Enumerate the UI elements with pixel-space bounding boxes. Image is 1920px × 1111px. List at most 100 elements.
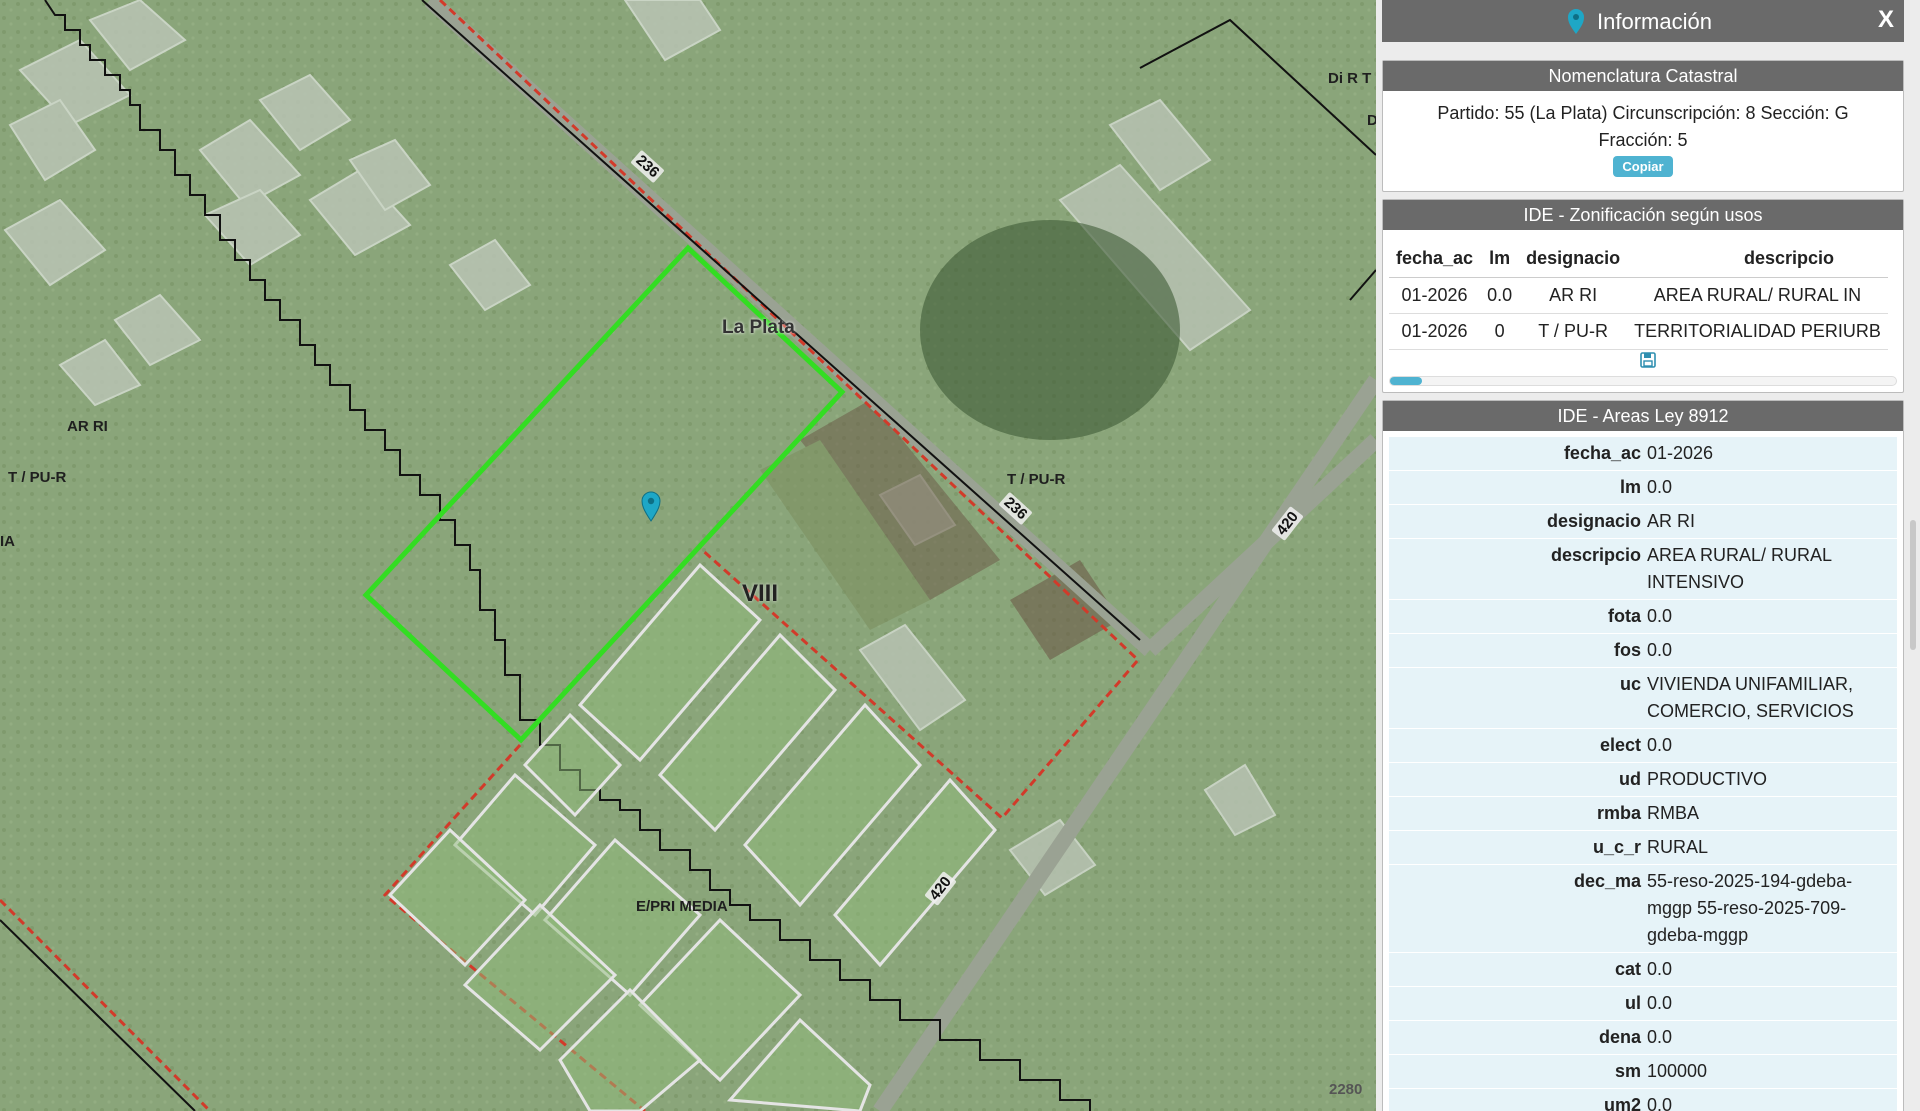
zone-label-t-pu-r-right: T / PU-R — [1007, 471, 1066, 488]
table-cell: T / PU-R — [1519, 313, 1628, 350]
attribute-key: elect — [1599, 735, 1641, 755]
attribute-row: dec_ma 55-reso-2025-194-gdeba-mggp 55-res… — [1389, 865, 1897, 953]
horizontal-scrollbar[interactable] — [1389, 376, 1897, 386]
attribute-value: 0.0 — [1647, 640, 1673, 660]
attribute-key: designacio — [1546, 511, 1641, 531]
attribute-value: 0.0 — [1647, 959, 1673, 979]
table-row[interactable]: 01-2026 0 T / PU-R TERRITORIALIDAD PERIU… — [1389, 313, 1888, 350]
attribute-value: PRODUCTIVO — [1647, 769, 1768, 789]
attribute-key: fecha_ac — [1563, 443, 1641, 463]
nomenclatura-line-1: Partido: 55 (La Plata) Circunscripción: … — [1437, 103, 1849, 123]
attribute-key: u_c_r — [1592, 837, 1641, 857]
locality-label-la-plata: La Plata — [722, 317, 795, 338]
attribute-value: 0.0 — [1647, 735, 1673, 755]
attribute-value: 100000 — [1647, 1061, 1708, 1081]
attribute-row: lm 0.0 — [1389, 471, 1897, 505]
zone-label-ia: IA — [0, 533, 15, 550]
save-icon[interactable] — [1640, 352, 1656, 368]
areas-section: IDE - Areas Ley 8912 fecha_ac 01-2026 lm 0… — [1382, 400, 1904, 1111]
column-header[interactable]: designacio — [1519, 240, 1628, 278]
attribute-value: 0.0 — [1647, 606, 1673, 626]
map-view[interactable]: AR RI T / PU-R IA La Plata VIII T / PU-R… — [0, 0, 1376, 1111]
nomenclatura-section: Nomenclatura Catastral Partido: 55 (La P… — [1382, 60, 1904, 192]
attribute-row: uc VIVIENDA UNIFAMILIAR, COMERCIO, SERVIC… — [1389, 668, 1897, 729]
attribute-row: fecha_ac 01-2026 — [1389, 437, 1897, 471]
attributes-list: fecha_ac 01-2026 lm 0.0 designacio AR RI de… — [1383, 431, 1903, 1111]
attribute-row: elect 0.0 — [1389, 729, 1897, 763]
zonificacion-header: IDE - Zonificación según usos — [1383, 200, 1903, 230]
close-button[interactable]: X — [1878, 6, 1894, 34]
attribute-value: 01-2026 — [1647, 443, 1714, 463]
panel-header: Información X — [1382, 0, 1904, 42]
attribute-row: ud PRODUCTIVO — [1389, 763, 1897, 797]
table-cell: 01-2026 — [1389, 313, 1481, 350]
attribute-value: 0.0 — [1647, 1095, 1673, 1111]
zonificacion-table: fecha_ac lm designacio descripcio 01-202… — [1389, 240, 1888, 350]
column-header[interactable]: descripcio — [1627, 240, 1888, 278]
table-header-row: fecha_ac lm designacio descripcio — [1389, 240, 1888, 278]
scale-partial-label: 2280 — [1329, 1081, 1363, 1098]
attribute-key: um2 — [1603, 1095, 1641, 1111]
attribute-row: descripcio AREA RURAL/ RURAL INTENSIVO — [1389, 539, 1897, 600]
info-panel: Información X Nomenclatura Catastral Par… — [1376, 0, 1920, 1111]
attribute-key: dena — [1598, 1027, 1641, 1047]
attribute-value: RMBA — [1647, 803, 1700, 823]
attribute-value: 55-reso-2025-194-gdeba-mggp 55-reso-2025… — [1647, 871, 1853, 945]
attribute-key: fos — [1614, 640, 1641, 660]
nomenclatura-text: Partido: 55 (La Plata) Circunscripción: … — [1383, 91, 1903, 154]
map-canvas[interactable] — [0, 0, 1376, 1111]
attribute-key: descripcio — [1550, 545, 1641, 565]
table-cell: 0.0 — [1480, 277, 1520, 314]
attribute-row: rmba RMBA — [1389, 797, 1897, 831]
areas-header: IDE - Areas Ley 8912 — [1383, 401, 1903, 431]
scrollbar-thumb[interactable] — [1390, 377, 1422, 385]
attribute-row: cat 0.0 — [1389, 953, 1897, 987]
table-row[interactable]: 01-2026 0.0 AR RI AREA RURAL/ RURAL IN — [1389, 277, 1888, 314]
attribute-value: 0.0 — [1647, 1027, 1673, 1047]
attribute-row: fota 0.0 — [1389, 600, 1897, 634]
attribute-key: cat — [1614, 959, 1641, 979]
attribute-key: ul — [1625, 993, 1641, 1013]
location-pin-icon — [1568, 9, 1584, 34]
column-header[interactable]: lm — [1480, 240, 1520, 278]
vertical-scrollbar[interactable] — [1910, 520, 1916, 650]
attribute-row: ul 0.0 — [1389, 987, 1897, 1021]
attribute-value: AREA RURAL/ RURAL INTENSIVO — [1647, 545, 1832, 592]
nomenclatura-line-2: Fracción: 5 — [1598, 130, 1688, 150]
zone-label-t-pu-r-left: T / PU-R — [8, 469, 67, 486]
attribute-key: fota — [1608, 606, 1641, 626]
attribute-value: VIVIENDA UNIFAMILIAR, COMERCIO, SERVICIO… — [1647, 674, 1854, 721]
attribute-row: fos 0.0 — [1389, 634, 1897, 668]
table-cell: AREA RURAL/ RURAL IN — [1627, 277, 1888, 314]
attribute-row: designacio AR RI — [1389, 505, 1897, 539]
attribute-row: sm 100000 — [1389, 1055, 1897, 1089]
attribute-value: 0.0 — [1647, 477, 1673, 497]
attribute-key: ud — [1619, 769, 1641, 789]
attribute-row: um2 0.0 — [1389, 1089, 1897, 1111]
table-cell: 0 — [1480, 313, 1520, 350]
zone-label-viii: VIII — [742, 580, 779, 607]
copy-button[interactable]: Copiar — [1613, 156, 1673, 177]
attribute-key: sm — [1614, 1061, 1641, 1081]
zone-label-di-r: Di R T — [1328, 70, 1372, 87]
tree-area — [920, 220, 1180, 440]
zone-label-d: D — [1367, 112, 1376, 129]
attribute-value: 0.0 — [1647, 993, 1673, 1013]
attribute-key: rmba — [1596, 803, 1641, 823]
attribute-value: AR RI — [1647, 511, 1696, 531]
zone-label-ar-ri: AR RI — [67, 418, 108, 435]
attribute-key: dec_ma — [1573, 871, 1641, 891]
attribute-value: RURAL — [1647, 837, 1709, 857]
attribute-row: dena 0.0 — [1389, 1021, 1897, 1055]
panel-title: Información — [1597, 9, 1712, 34]
nomenclatura-header: Nomenclatura Catastral — [1383, 61, 1903, 91]
table-cell: AR RI — [1519, 277, 1628, 314]
table-cell: 01-2026 — [1389, 277, 1481, 314]
zonificacion-section: IDE - Zonificación según usos fecha_ac l… — [1382, 199, 1904, 393]
column-header[interactable]: fecha_ac — [1389, 240, 1481, 278]
attribute-row: u_c_r RURAL — [1389, 831, 1897, 865]
attribute-key: lm — [1619, 477, 1641, 497]
table-cell: TERRITORIALIDAD PERIURB — [1627, 313, 1888, 350]
zone-label-e-pri-media: E/PRI MEDIA — [636, 898, 728, 915]
attribute-key: uc — [1619, 674, 1641, 694]
